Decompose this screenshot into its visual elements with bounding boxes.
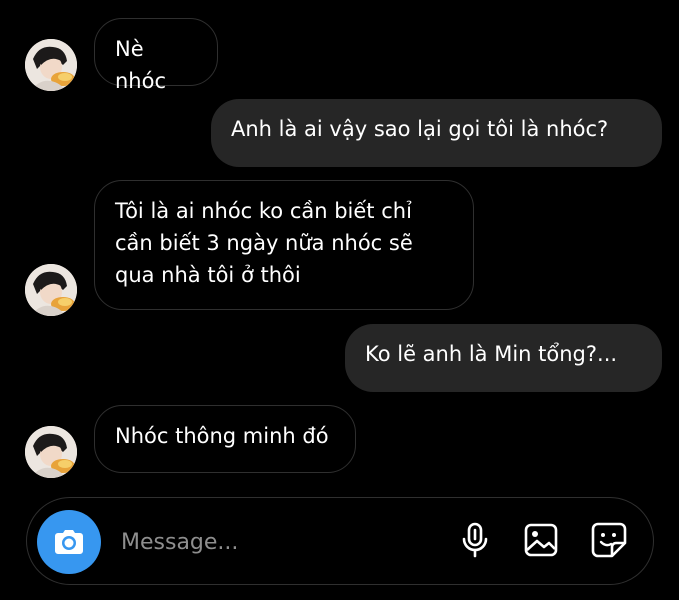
message-composer: [26, 497, 654, 585]
message-bubble-outgoing[interactable]: Ko lẽ anh là Min tổng?...: [345, 324, 662, 392]
message-text: Anh là ai vậy sao lại gọi tôi là nhóc?: [231, 117, 609, 141]
chat-thread: Nè nhóc Anh là ai vậy sao lại gọi tôi là…: [0, 0, 679, 600]
message-text: Nè nhóc: [115, 37, 167, 93]
message-bubble-incoming[interactable]: Tôi là ai nhóc ko cần biết chỉ cần biết …: [94, 180, 474, 310]
camera-button[interactable]: [37, 510, 101, 574]
message-input[interactable]: [119, 524, 423, 560]
message-bubble-outgoing[interactable]: Anh là ai vậy sao lại gọi tôi là nhóc?: [211, 99, 662, 167]
sticker-icon: [591, 522, 627, 558]
message-bubble-incoming[interactable]: Nè nhóc: [94, 18, 218, 93]
message-text: Ko lẽ anh là Min tổng?...: [365, 342, 618, 366]
sticker-button[interactable]: [589, 520, 629, 560]
message-text: Tôi là ai nhóc ko cần biết chỉ cần biết …: [115, 199, 413, 287]
microphone-button[interactable]: [455, 520, 495, 560]
message-bubble-incoming[interactable]: Nhóc thông minh đó: [94, 405, 356, 473]
image-icon: [524, 523, 558, 557]
camera-icon: [55, 530, 83, 554]
gallery-button[interactable]: [521, 520, 561, 560]
sender-avatar[interactable]: [25, 426, 77, 478]
sender-avatar[interactable]: [25, 39, 77, 91]
microphone-icon: [462, 522, 488, 558]
message-text: Nhóc thông minh đó: [115, 424, 329, 448]
sender-avatar[interactable]: [25, 264, 77, 316]
